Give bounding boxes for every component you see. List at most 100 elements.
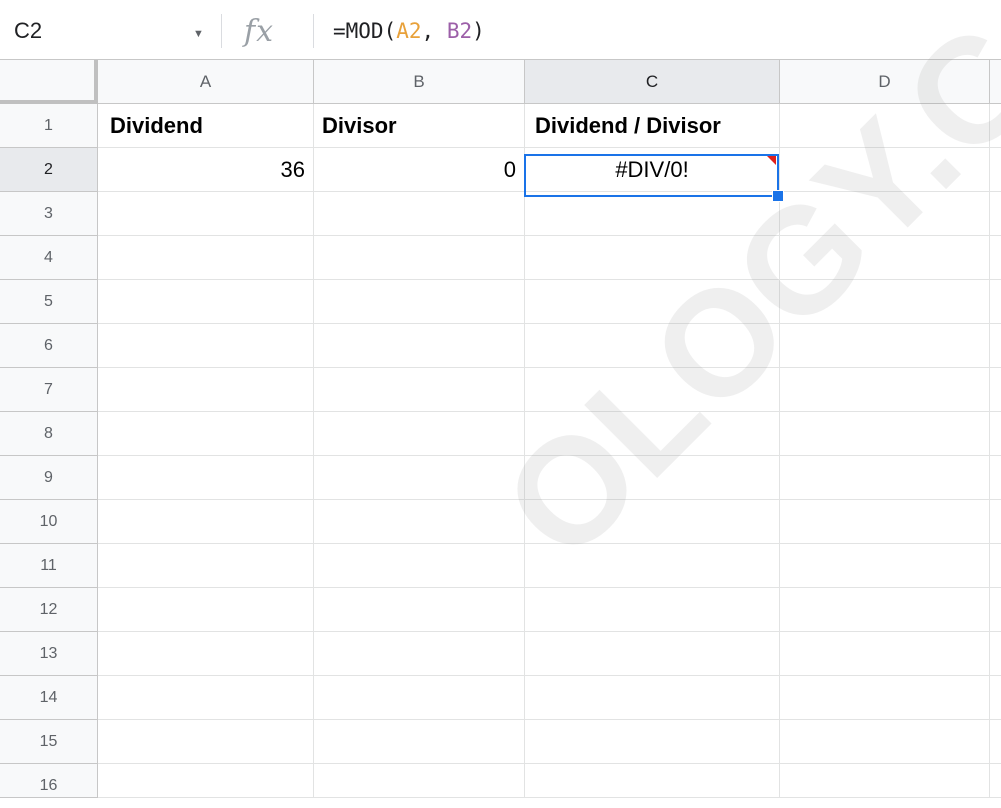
grid-cell[interactable] [98, 588, 314, 632]
column-header-a[interactable]: A [98, 60, 314, 104]
grid-cell[interactable] [98, 456, 314, 500]
grid-cell[interactable] [780, 676, 990, 720]
grid-cell[interactable] [780, 324, 990, 368]
grid-cell[interactable] [98, 368, 314, 412]
grid-cell[interactable] [990, 456, 1001, 500]
grid-cell[interactable] [990, 588, 1001, 632]
grid-cell[interactable] [314, 764, 525, 798]
error-indicator-icon[interactable] [767, 156, 776, 165]
grid-cell[interactable] [990, 368, 1001, 412]
row-header-8[interactable]: 8 [0, 412, 98, 456]
row-header-4[interactable]: 4 [0, 236, 98, 280]
grid-cell[interactable] [98, 236, 314, 280]
grid-cell[interactable] [314, 720, 525, 764]
grid-cell[interactable] [314, 544, 525, 588]
grid-cell[interactable] [780, 544, 990, 588]
row-header-12[interactable]: 12 [0, 588, 98, 632]
cell-b1[interactable]: Divisor [314, 104, 525, 148]
row-header-13[interactable]: 13 [0, 632, 98, 676]
grid-cell[interactable] [314, 632, 525, 676]
grid-cell[interactable] [525, 236, 780, 280]
grid-cell[interactable] [525, 280, 780, 324]
row-header-16[interactable]: 16 [0, 764, 98, 798]
grid-cell[interactable] [525, 544, 780, 588]
row-header-7[interactable]: 7 [0, 368, 98, 412]
grid-cell[interactable] [525, 192, 780, 236]
grid-cell[interactable] [525, 720, 780, 764]
grid-cell[interactable] [525, 500, 780, 544]
column-header-d[interactable]: D [780, 60, 990, 104]
row-header-15[interactable]: 15 [0, 720, 98, 764]
grid-cell[interactable] [98, 676, 314, 720]
grid-cell[interactable] [525, 764, 780, 798]
row-header-1[interactable]: 1 [0, 104, 98, 148]
grid-cell[interactable] [98, 324, 314, 368]
grid-cell[interactable] [780, 192, 990, 236]
grid-cell[interactable] [525, 632, 780, 676]
grid-cell[interactable] [990, 720, 1001, 764]
cell-b2[interactable]: 0 [314, 148, 525, 192]
grid-cell[interactable] [314, 676, 525, 720]
row-header-6[interactable]: 6 [0, 324, 98, 368]
grid-cell[interactable] [314, 412, 525, 456]
grid-cell[interactable] [780, 764, 990, 798]
grid-cell[interactable] [525, 368, 780, 412]
grid-cell[interactable] [98, 500, 314, 544]
column-header-c[interactable]: C [525, 60, 780, 104]
grid-cell[interactable] [98, 192, 314, 236]
grid-cell[interactable] [990, 500, 1001, 544]
column-header-e[interactable] [990, 60, 1001, 104]
grid-cell[interactable] [525, 676, 780, 720]
grid-cell[interactable] [990, 676, 1001, 720]
grid-cell[interactable] [314, 192, 525, 236]
cell-a2[interactable]: 36 [98, 148, 314, 192]
grid-cell[interactable] [780, 720, 990, 764]
grid-cell[interactable] [314, 500, 525, 544]
row-header-5[interactable]: 5 [0, 280, 98, 324]
grid-cell[interactable] [314, 280, 525, 324]
grid-cell[interactable] [780, 148, 990, 192]
row-header-11[interactable]: 11 [0, 544, 98, 588]
grid-cell[interactable] [990, 104, 1001, 148]
grid-cell[interactable] [314, 236, 525, 280]
name-box[interactable]: C2 [14, 18, 42, 44]
grid-cell[interactable] [780, 632, 990, 676]
grid-cell[interactable] [98, 544, 314, 588]
grid-cell[interactable] [314, 324, 525, 368]
grid-cell[interactable] [780, 456, 990, 500]
grid-cell[interactable] [780, 588, 990, 632]
select-all-corner[interactable] [0, 60, 98, 104]
grid-cell[interactable] [780, 500, 990, 544]
grid-cell[interactable] [98, 632, 314, 676]
grid-cell[interactable] [525, 588, 780, 632]
fill-handle[interactable] [772, 190, 784, 202]
column-header-b[interactable]: B [314, 60, 525, 104]
grid-cell[interactable] [990, 192, 1001, 236]
grid-cell[interactable] [990, 324, 1001, 368]
grid-cell[interactable] [525, 324, 780, 368]
cell-c2[interactable]: #DIV/0! [525, 148, 780, 192]
row-header-2[interactable]: 2 [0, 148, 98, 192]
grid-cell[interactable] [990, 412, 1001, 456]
grid-cell[interactable] [990, 236, 1001, 280]
grid-cell[interactable] [990, 544, 1001, 588]
grid-cell[interactable] [314, 456, 525, 500]
cell-a1[interactable]: Dividend [98, 104, 314, 148]
grid-cell[interactable] [780, 236, 990, 280]
grid-cell[interactable] [98, 764, 314, 798]
row-header-3[interactable]: 3 [0, 192, 98, 236]
grid-cell[interactable] [314, 588, 525, 632]
grid-cell[interactable] [990, 148, 1001, 192]
grid-cell[interactable] [314, 368, 525, 412]
name-box-dropdown-icon[interactable]: ▼ [193, 28, 204, 40]
grid-cell[interactable] [780, 368, 990, 412]
grid-cell[interactable] [990, 280, 1001, 324]
row-header-10[interactable]: 10 [0, 500, 98, 544]
grid-cell[interactable] [990, 632, 1001, 676]
grid-cell[interactable] [98, 280, 314, 324]
row-header-14[interactable]: 14 [0, 676, 98, 720]
grid-cell[interactable] [525, 412, 780, 456]
grid-cell[interactable] [780, 280, 990, 324]
grid-cell[interactable] [780, 412, 990, 456]
formula-input[interactable]: =MOD(A2, B2) [333, 19, 485, 43]
